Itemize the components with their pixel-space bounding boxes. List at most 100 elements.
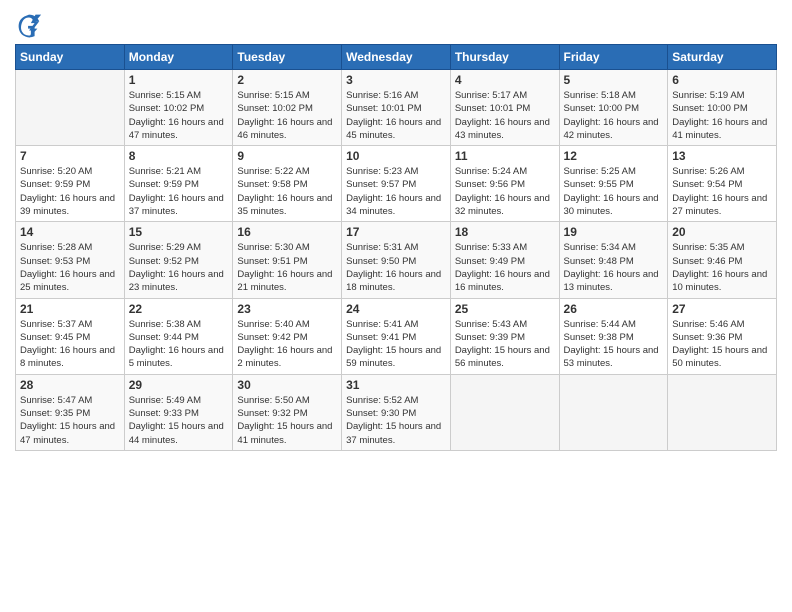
calendar-cell: 9 Sunrise: 5:22 AM Sunset: 9:58 PM Daylig… [233, 146, 342, 222]
calendar-cell: 13 Sunrise: 5:26 AM Sunset: 9:54 PM Dayli… [668, 146, 777, 222]
day-number: 12 [564, 149, 664, 163]
page-header [15, 10, 777, 38]
day-info: Sunrise: 5:34 AM Sunset: 9:48 PM Dayligh… [564, 241, 664, 294]
day-info: Sunrise: 5:15 AM Sunset: 10:02 PM Daylig… [129, 89, 229, 142]
day-info: Sunrise: 5:24 AM Sunset: 9:56 PM Dayligh… [455, 165, 555, 218]
calendar-cell [450, 374, 559, 450]
day-number: 26 [564, 302, 664, 316]
day-info: Sunrise: 5:19 AM Sunset: 10:00 PM Daylig… [672, 89, 772, 142]
day-info: Sunrise: 5:31 AM Sunset: 9:50 PM Dayligh… [346, 241, 446, 294]
day-info: Sunrise: 5:35 AM Sunset: 9:46 PM Dayligh… [672, 241, 772, 294]
calendar-week-row: 14Sunrise: 5:28 AM Sunset: 9:53 PM Dayli… [16, 222, 777, 298]
calendar-cell: 16 Sunrise: 5:30 AM Sunset: 9:51 PM Dayli… [233, 222, 342, 298]
calendar-cell: 28Sunrise: 5:47 AM Sunset: 9:35 PM Dayli… [16, 374, 125, 450]
calendar-week-row: 21Sunrise: 5:37 AM Sunset: 9:45 PM Dayli… [16, 298, 777, 374]
day-number: 11 [455, 149, 555, 163]
day-number: 19 [564, 225, 664, 239]
calendar-cell: 21Sunrise: 5:37 AM Sunset: 9:45 PM Dayli… [16, 298, 125, 374]
day-info: Sunrise: 5:49 AM Sunset: 9:33 PM Dayligh… [129, 394, 229, 447]
day-number: 15 [129, 225, 229, 239]
day-number: 20 [672, 225, 772, 239]
calendar-cell: 17Sunrise: 5:31 AM Sunset: 9:50 PM Dayli… [342, 222, 451, 298]
day-info: Sunrise: 5:43 AM Sunset: 9:39 PM Dayligh… [455, 318, 555, 371]
calendar-cell: 4 Sunrise: 5:17 AM Sunset: 10:01 PM Dayli… [450, 70, 559, 146]
day-of-week-header: Thursday [450, 45, 559, 70]
days-of-week-row: SundayMondayTuesdayWednesdayThursdayFrid… [16, 45, 777, 70]
calendar-cell: 27Sunrise: 5:46 AM Sunset: 9:36 PM Dayli… [668, 298, 777, 374]
day-number: 4 [455, 73, 555, 87]
calendar-cell [559, 374, 668, 450]
day-info: Sunrise: 5:38 AM Sunset: 9:44 PM Dayligh… [129, 318, 229, 371]
calendar-week-row: 1 Sunrise: 5:15 AM Sunset: 10:02 PM Dayli… [16, 70, 777, 146]
day-info: Sunrise: 5:25 AM Sunset: 9:55 PM Dayligh… [564, 165, 664, 218]
calendar-cell: 24 Sunrise: 5:41 AM Sunset: 9:41 PM Dayli… [342, 298, 451, 374]
calendar-cell: 18 Sunrise: 5:33 AM Sunset: 9:49 PM Dayli… [450, 222, 559, 298]
day-of-week-header: Saturday [668, 45, 777, 70]
calendar-cell: 19 Sunrise: 5:34 AM Sunset: 9:48 PM Dayli… [559, 222, 668, 298]
day-number: 10 [346, 149, 446, 163]
day-number: 28 [20, 378, 120, 392]
day-of-week-header: Friday [559, 45, 668, 70]
day-info: Sunrise: 5:41 AM Sunset: 9:41 PM Dayligh… [346, 318, 446, 371]
day-number: 8 [129, 149, 229, 163]
calendar-body: 1 Sunrise: 5:15 AM Sunset: 10:02 PM Dayli… [16, 70, 777, 451]
calendar-cell: 31 Sunrise: 5:52 AM Sunset: 9:30 PM Dayli… [342, 374, 451, 450]
day-info: Sunrise: 5:20 AM Sunset: 9:59 PM Dayligh… [20, 165, 120, 218]
day-number: 21 [20, 302, 120, 316]
day-info: Sunrise: 5:17 AM Sunset: 10:01 PM Daylig… [455, 89, 555, 142]
day-of-week-header: Sunday [16, 45, 125, 70]
calendar-header: SundayMondayTuesdayWednesdayThursdayFrid… [16, 45, 777, 70]
calendar-week-row: 7Sunrise: 5:20 AM Sunset: 9:59 PM Daylig… [16, 146, 777, 222]
day-info: Sunrise: 5:23 AM Sunset: 9:57 PM Dayligh… [346, 165, 446, 218]
calendar-cell [16, 70, 125, 146]
calendar-cell: 11 Sunrise: 5:24 AM Sunset: 9:56 PM Dayli… [450, 146, 559, 222]
calendar-cell: 1 Sunrise: 5:15 AM Sunset: 10:02 PM Dayli… [124, 70, 233, 146]
day-info: Sunrise: 5:40 AM Sunset: 9:42 PM Dayligh… [237, 318, 337, 371]
day-info: Sunrise: 5:30 AM Sunset: 9:51 PM Dayligh… [237, 241, 337, 294]
day-info: Sunrise: 5:29 AM Sunset: 9:52 PM Dayligh… [129, 241, 229, 294]
calendar-cell: 26 Sunrise: 5:44 AM Sunset: 9:38 PM Dayli… [559, 298, 668, 374]
calendar-cell [668, 374, 777, 450]
calendar-cell: 14Sunrise: 5:28 AM Sunset: 9:53 PM Dayli… [16, 222, 125, 298]
day-info: Sunrise: 5:33 AM Sunset: 9:49 PM Dayligh… [455, 241, 555, 294]
day-of-week-header: Monday [124, 45, 233, 70]
day-number: 23 [237, 302, 337, 316]
day-info: Sunrise: 5:44 AM Sunset: 9:38 PM Dayligh… [564, 318, 664, 371]
day-of-week-header: Tuesday [233, 45, 342, 70]
day-info: Sunrise: 5:52 AM Sunset: 9:30 PM Dayligh… [346, 394, 446, 447]
day-number: 24 [346, 302, 446, 316]
day-info: Sunrise: 5:21 AM Sunset: 9:59 PM Dayligh… [129, 165, 229, 218]
day-info: Sunrise: 5:46 AM Sunset: 9:36 PM Dayligh… [672, 318, 772, 371]
day-number: 9 [237, 149, 337, 163]
day-number: 13 [672, 149, 772, 163]
logo [15, 10, 47, 38]
day-info: Sunrise: 5:16 AM Sunset: 10:01 PM Daylig… [346, 89, 446, 142]
calendar-cell: 15 Sunrise: 5:29 AM Sunset: 9:52 PM Dayli… [124, 222, 233, 298]
calendar-cell: 6 Sunrise: 5:19 AM Sunset: 10:00 PM Dayli… [668, 70, 777, 146]
day-info: Sunrise: 5:22 AM Sunset: 9:58 PM Dayligh… [237, 165, 337, 218]
calendar-cell: 8 Sunrise: 5:21 AM Sunset: 9:59 PM Daylig… [124, 146, 233, 222]
calendar-cell: 3Sunrise: 5:16 AM Sunset: 10:01 PM Dayli… [342, 70, 451, 146]
day-number: 2 [237, 73, 337, 87]
day-number: 29 [129, 378, 229, 392]
day-info: Sunrise: 5:15 AM Sunset: 10:02 PM Daylig… [237, 89, 337, 142]
calendar-cell: 29 Sunrise: 5:49 AM Sunset: 9:33 PM Dayli… [124, 374, 233, 450]
day-number: 31 [346, 378, 446, 392]
calendar-cell: 5Sunrise: 5:18 AM Sunset: 10:00 PM Dayli… [559, 70, 668, 146]
day-number: 18 [455, 225, 555, 239]
day-number: 1 [129, 73, 229, 87]
day-info: Sunrise: 5:50 AM Sunset: 9:32 PM Dayligh… [237, 394, 337, 447]
calendar-cell: 2 Sunrise: 5:15 AM Sunset: 10:02 PM Dayli… [233, 70, 342, 146]
day-info: Sunrise: 5:26 AM Sunset: 9:54 PM Dayligh… [672, 165, 772, 218]
day-number: 16 [237, 225, 337, 239]
day-number: 30 [237, 378, 337, 392]
calendar-cell: 30 Sunrise: 5:50 AM Sunset: 9:32 PM Dayli… [233, 374, 342, 450]
day-of-week-header: Wednesday [342, 45, 451, 70]
logo-icon [15, 10, 43, 38]
calendar-cell: 23 Sunrise: 5:40 AM Sunset: 9:42 PM Dayli… [233, 298, 342, 374]
day-number: 6 [672, 73, 772, 87]
calendar-cell: 12 Sunrise: 5:25 AM Sunset: 9:55 PM Dayli… [559, 146, 668, 222]
calendar-week-row: 28Sunrise: 5:47 AM Sunset: 9:35 PM Dayli… [16, 374, 777, 450]
day-number: 22 [129, 302, 229, 316]
day-number: 25 [455, 302, 555, 316]
